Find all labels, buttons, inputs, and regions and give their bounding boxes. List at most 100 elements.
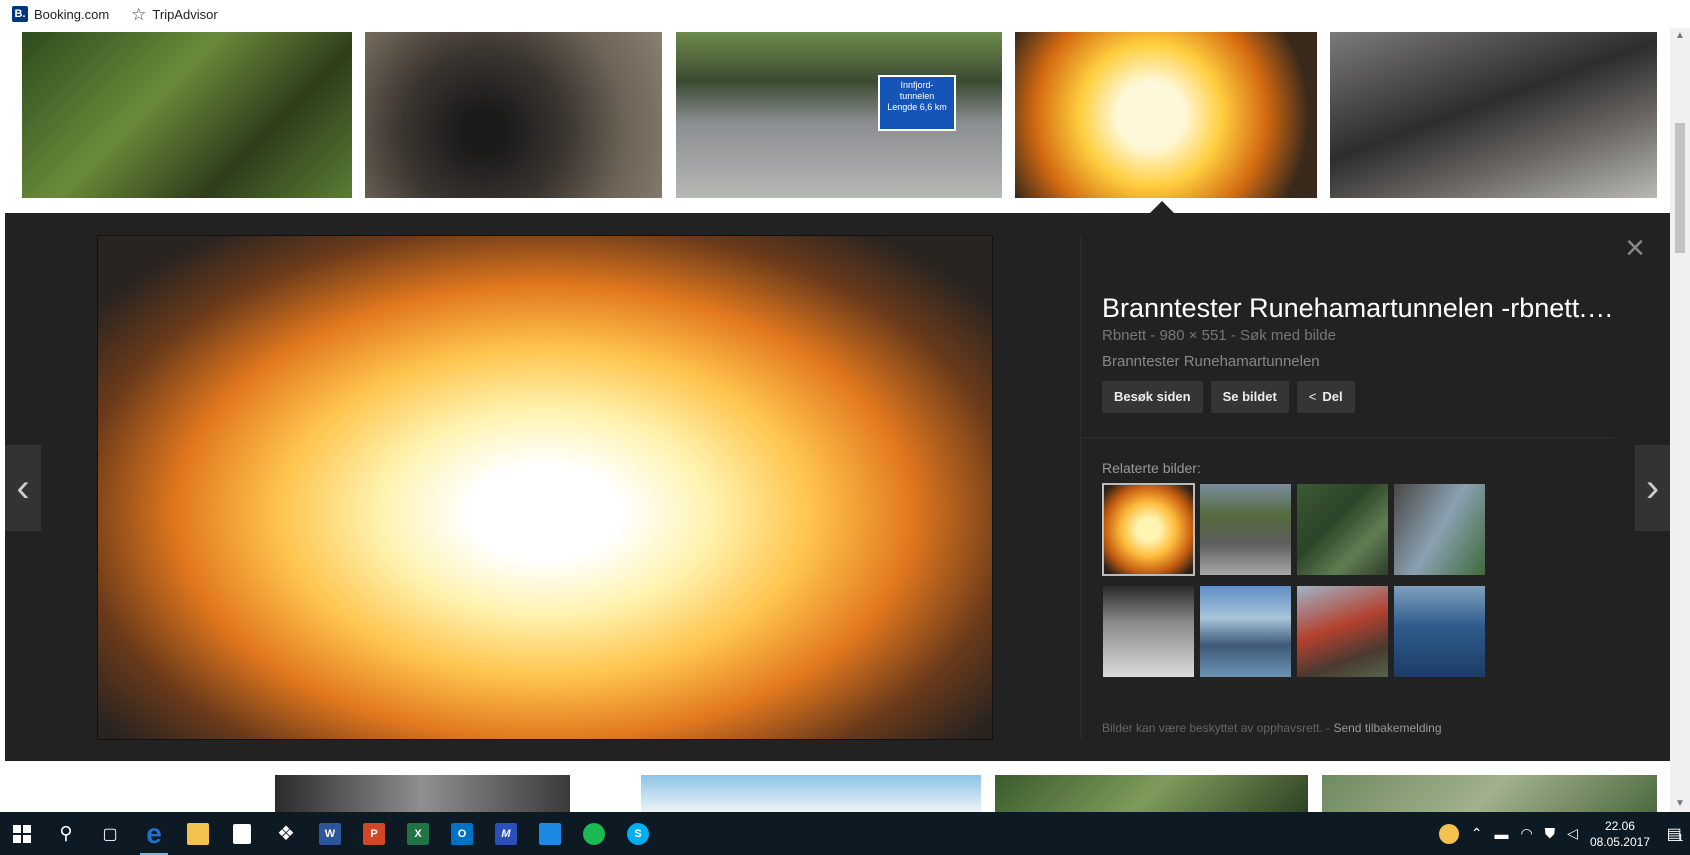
wifi-icon[interactable]: ◠ xyxy=(1520,825,1532,842)
outlook-button[interactable]: O xyxy=(440,812,484,855)
remote-desktop-icon xyxy=(539,822,561,845)
outlook-icon: O xyxy=(451,822,473,845)
dropbox-icon: ❖ xyxy=(277,823,295,845)
related-image[interactable] xyxy=(1102,483,1195,576)
task-view-button[interactable]: ▢ xyxy=(88,812,132,855)
scroll-down-icon[interactable]: ▼ xyxy=(1674,798,1686,810)
related-image[interactable] xyxy=(1200,484,1291,575)
store-icon xyxy=(233,823,251,844)
close-icon: × xyxy=(1625,229,1645,267)
related-images-label: Relaterte bilder: xyxy=(1102,460,1201,476)
share-label: Del xyxy=(1322,389,1343,404)
selection-pointer xyxy=(1150,201,1174,213)
visit-page-button[interactable]: Besøk siden xyxy=(1102,381,1203,413)
edge-taskbar-button[interactable]: e xyxy=(132,812,176,855)
sign-line: Lengde 6,6 km xyxy=(887,102,947,112)
notification-count: 1 xyxy=(1677,833,1684,844)
related-image[interactable] xyxy=(1394,484,1485,575)
folder-icon xyxy=(187,822,209,845)
next-image-button[interactable]: › xyxy=(1635,445,1670,531)
image-results-row: Innfjord- tunnelen Lengde 6,6 km xyxy=(0,28,1670,213)
view-image-button[interactable]: Se bildet xyxy=(1210,381,1289,413)
booking-icon: B. xyxy=(12,6,28,22)
file-explorer-button[interactable] xyxy=(176,812,220,855)
meta-separator: - xyxy=(1226,327,1241,344)
related-image[interactable] xyxy=(1297,484,1388,575)
related-divider xyxy=(1080,437,1615,438)
task-view-icon: ▢ xyxy=(102,825,118,843)
close-preview-button[interactable]: × xyxy=(1620,231,1650,265)
send-feedback-link[interactable]: Send tilbakemelding xyxy=(1333,721,1441,735)
shield-icon[interactable]: ⛊ xyxy=(1545,825,1556,842)
clock[interactable]: 22.06 08.05.2017 xyxy=(1590,818,1650,850)
preview-description: Branntester Runehamartunnelen xyxy=(1102,353,1320,370)
result-thumbnail-tunnel-fire[interactable] xyxy=(1015,32,1317,198)
result-thumbnail-forest[interactable] xyxy=(22,32,352,198)
taskbar: ⚲ ▢ e ❖ W P X O M S ⌃ ▬ ◠ ⛊ ◁ 22.06 08.0… xyxy=(0,812,1690,855)
preview-actions: Besøk siden Se bildet < Del xyxy=(1102,381,1355,413)
preview-meta: Rbnett - 980 × 551 - Søk med bilde xyxy=(1102,327,1336,344)
share-icon: < xyxy=(1308,389,1317,404)
related-image[interactable] xyxy=(1297,586,1388,677)
related-image[interactable] xyxy=(1200,586,1291,677)
chevron-right-icon: › xyxy=(1645,465,1660,510)
result-thumbnail[interactable] xyxy=(275,775,570,812)
previous-image-button[interactable]: ‹ xyxy=(5,445,41,531)
volume-icon[interactable]: ◁ xyxy=(1567,825,1578,842)
start-button[interactable] xyxy=(0,812,44,855)
powerpoint-icon: P xyxy=(363,822,385,845)
sign-line: tunnelen xyxy=(899,91,935,101)
result-thumbnail[interactable] xyxy=(995,775,1308,812)
skype-button[interactable]: S xyxy=(616,812,660,855)
excel-button[interactable]: X xyxy=(396,812,440,855)
scrollbar-thumb[interactable] xyxy=(1675,123,1685,253)
star-icon: ☆ xyxy=(131,4,147,24)
maxthon-icon: M xyxy=(495,822,517,845)
preview-title[interactable]: Branntester Runehamartunnelen -rbnett.… xyxy=(1102,293,1642,324)
word-button[interactable]: W xyxy=(308,812,352,855)
remote-desktop-button[interactable] xyxy=(528,812,572,855)
search-by-image-link[interactable]: Søk med bilde xyxy=(1240,327,1336,344)
skype-icon: S xyxy=(627,822,649,845)
excel-icon: X xyxy=(407,822,429,845)
share-button[interactable]: < Del xyxy=(1296,381,1355,413)
bookmarks-bar: B. Booking.com ☆ TripAdvisor xyxy=(0,0,1690,28)
battery-icon[interactable]: ▬ xyxy=(1494,826,1508,842)
search-button[interactable]: ⚲ xyxy=(44,812,88,855)
powerpoint-button[interactable]: P xyxy=(352,812,396,855)
result-thumbnail-cave[interactable] xyxy=(365,32,662,198)
copyright-notice: Bilder kan være beskyttet av opphavsrett… xyxy=(1102,721,1442,735)
result-thumbnail[interactable] xyxy=(1322,775,1657,812)
clock-time: 22.06 xyxy=(1604,818,1635,833)
store-button[interactable] xyxy=(220,812,264,855)
edge-icon: e xyxy=(146,817,162,849)
tunnel-sign: Innfjord- tunnelen Lengde 6,6 km xyxy=(878,75,956,131)
spotify-icon xyxy=(583,822,605,845)
action-center-button[interactable]: ▤ 1 xyxy=(1660,812,1690,855)
windows-icon xyxy=(13,824,31,843)
image-preview-panel: ‹ › × Branntester Runehamartunnelen -rbn… xyxy=(5,213,1670,761)
source-name: Rbnett xyxy=(1102,327,1147,344)
footer-separator: - xyxy=(1322,721,1334,735)
result-thumbnail[interactable] xyxy=(641,775,981,812)
image-results-row-2 xyxy=(0,768,1670,812)
result-thumbnail-burnt-train[interactable] xyxy=(1330,32,1657,198)
scroll-up-icon[interactable]: ▲ xyxy=(1674,30,1686,42)
chevron-left-icon: ‹ xyxy=(16,465,30,510)
image-dimensions: 980 × 551 xyxy=(1159,327,1227,344)
page-scrollbar[interactable]: ▲ ▼ xyxy=(1670,28,1690,812)
chevron-up-icon[interactable]: ⌃ xyxy=(1471,825,1483,842)
system-tray: ⌃ ▬ ◠ ⛊ ◁ 22.06 08.05.2017 ▤ 1 xyxy=(1433,812,1690,855)
bookmark-tripadvisor[interactable]: ☆ TripAdvisor xyxy=(121,6,218,23)
related-image[interactable] xyxy=(1103,586,1194,677)
related-image[interactable] xyxy=(1394,586,1485,677)
search-icon: ⚲ xyxy=(59,823,73,843)
maxthon-button[interactable]: M xyxy=(484,812,528,855)
sign-line: Innfjord- xyxy=(900,80,934,90)
preview-image[interactable] xyxy=(98,236,992,739)
bookmark-label: TripAdvisor xyxy=(152,6,218,22)
spotify-button[interactable] xyxy=(572,812,616,855)
dropbox-button[interactable]: ❖ xyxy=(264,812,308,855)
help-icon[interactable] xyxy=(1438,823,1459,844)
bookmark-booking[interactable]: B. Booking.com xyxy=(12,6,109,22)
